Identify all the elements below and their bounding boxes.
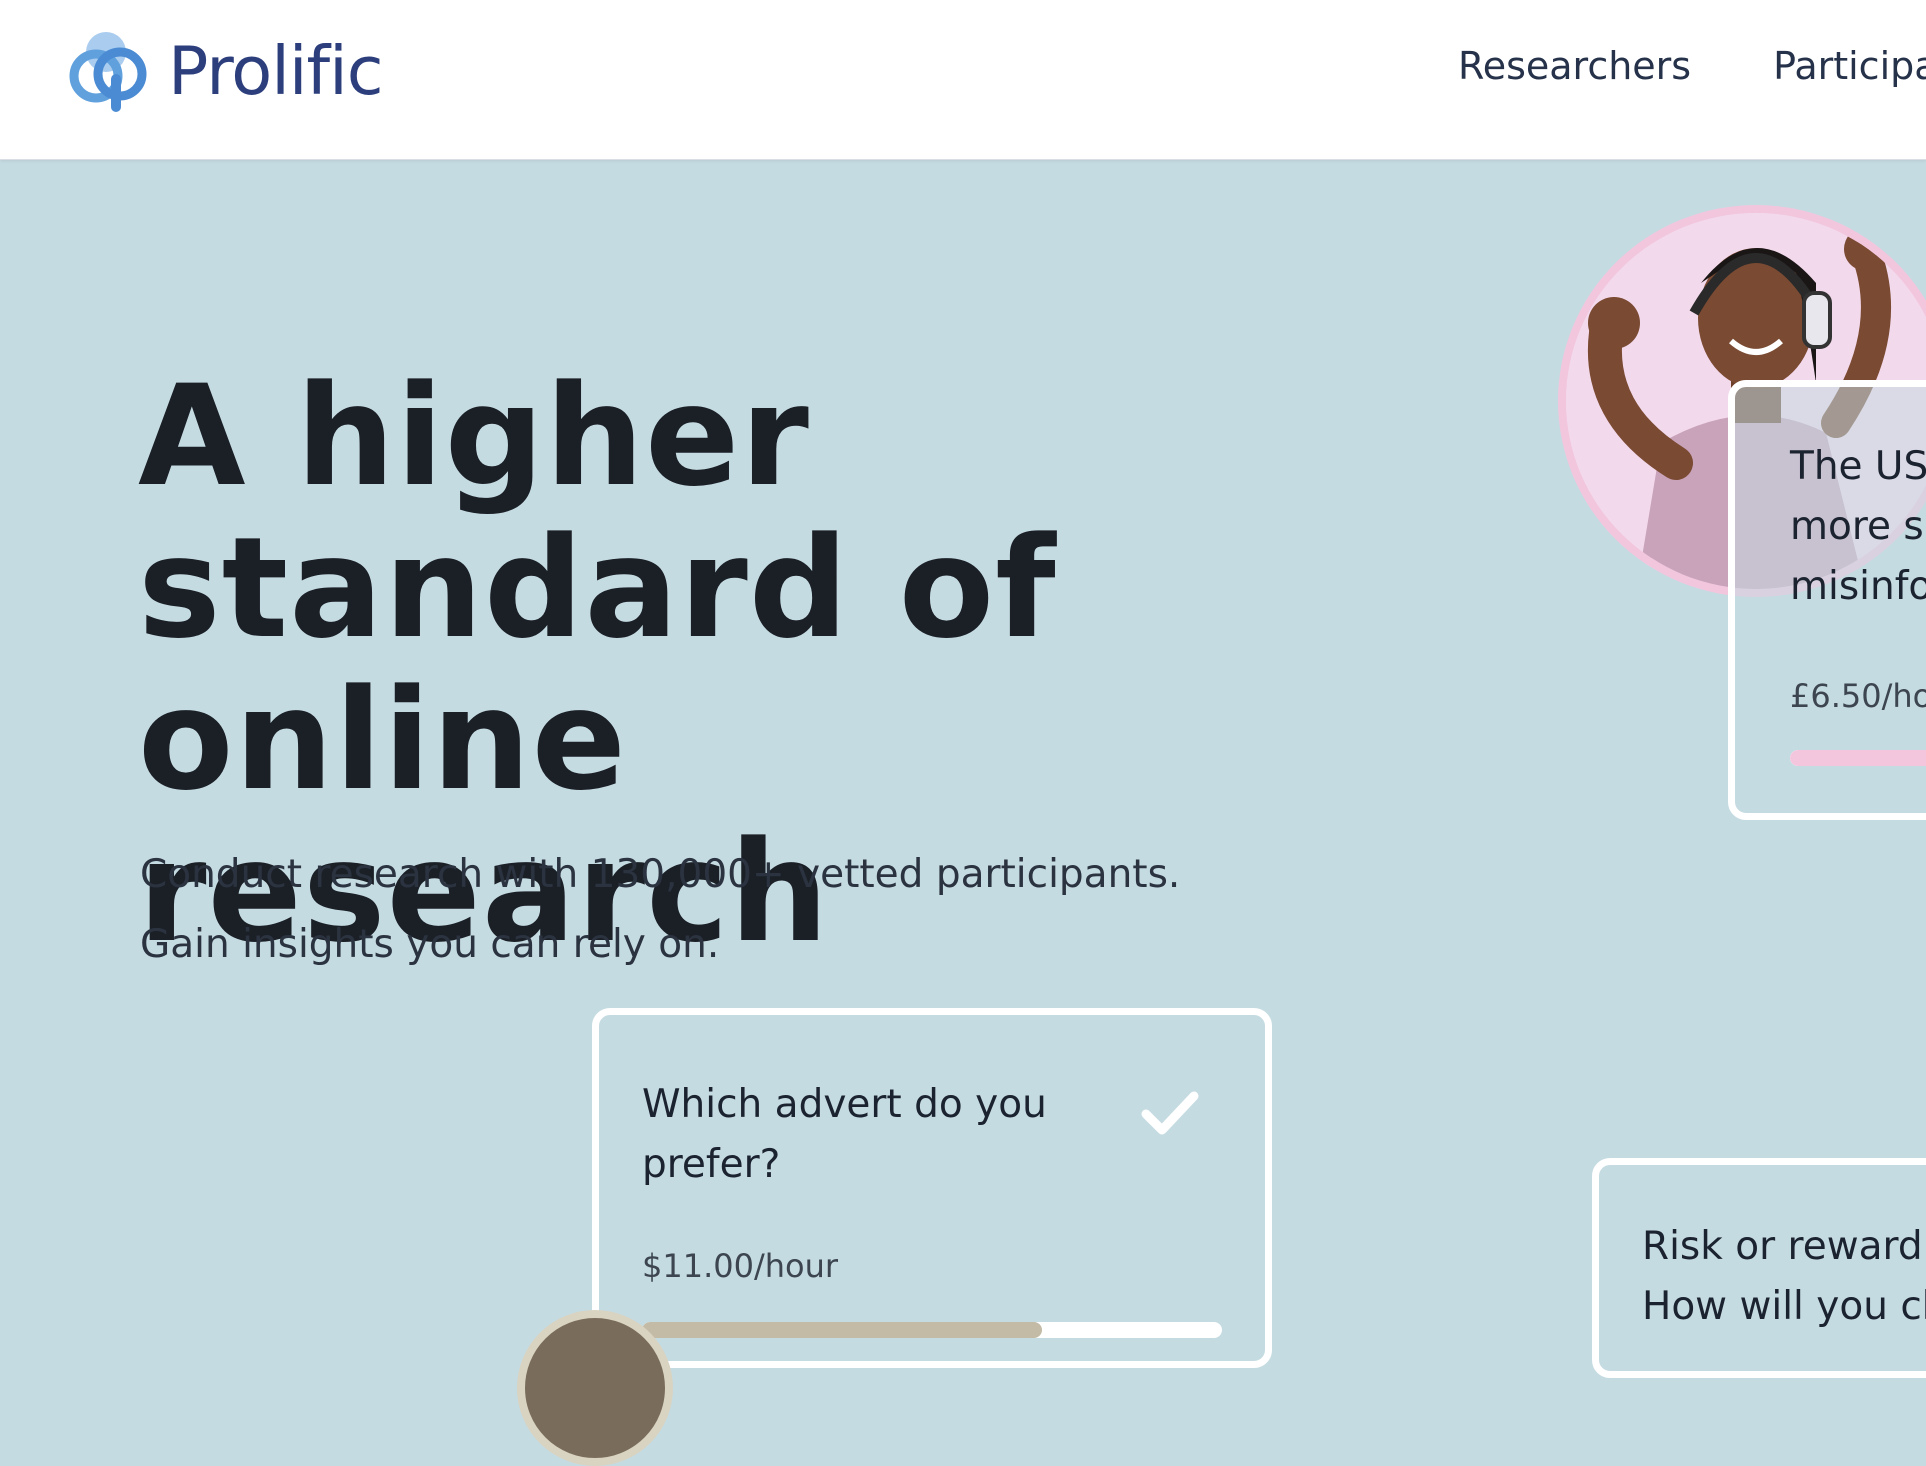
participant-avatar (517, 1310, 673, 1466)
hero-title-line: A higher (138, 355, 810, 517)
site-header: Prolific Researchers Participants (0, 0, 1926, 160)
study-card-risk-reward[interactable]: Risk or reward: How will you ch (1592, 1158, 1926, 1378)
hero-subtitle-line: Gain insights you can rely on. (140, 922, 720, 967)
study-card-misinformation[interactable]: The US more s misinfo £6.50/ho (1728, 380, 1926, 820)
study-progress-fill (1790, 750, 1926, 766)
check-icon (1141, 1091, 1199, 1135)
hero-subtitle-line: Conduct research with 130,000+ vetted pa… (140, 852, 1181, 897)
study-rate: $11.00/hour (642, 1247, 839, 1285)
study-question-line: The US (1790, 444, 1926, 489)
study-card-advert[interactable]: Which advert do you prefer? $11.00/hour (592, 1008, 1272, 1368)
logo-wordmark: Prolific (168, 32, 384, 110)
study-question: Which advert do you prefer? (642, 1082, 1047, 1187)
study-rate: £6.50/ho (1790, 677, 1926, 715)
study-question: Risk or reward: How will you ch (1642, 1217, 1926, 1337)
main-nav: Researchers Participants (1458, 44, 1926, 88)
nav-participants[interactable]: Participants (1773, 44, 1926, 88)
study-question-line: Risk or reward: (1642, 1224, 1926, 1269)
study-progress-fill (642, 1322, 1043, 1338)
study-progress-bar (1790, 750, 1926, 766)
study-question-line: more s (1790, 504, 1924, 549)
study-progress-bar (642, 1322, 1222, 1338)
study-question-line: How will you ch (1642, 1284, 1926, 1329)
hero-title-line: standard of (138, 507, 1057, 669)
prolific-logo-icon (69, 32, 147, 112)
study-question: The US more s misinfo (1790, 437, 1926, 617)
prolific-logo[interactable]: Prolific (66, 26, 384, 116)
study-question-line: misinfo (1790, 564, 1926, 609)
hero-subtitle: Conduct research with 130,000+ vetted pa… (140, 840, 1340, 980)
nav-researchers[interactable]: Researchers (1458, 44, 1691, 88)
